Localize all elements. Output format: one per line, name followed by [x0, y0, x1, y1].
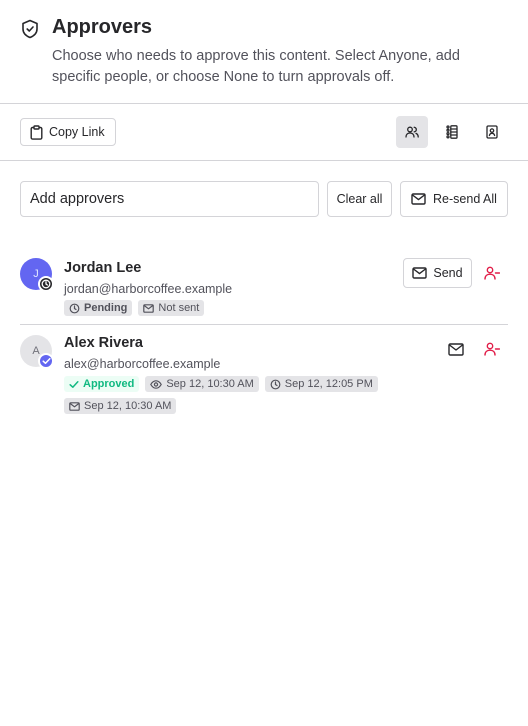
remove-user-icon [484, 342, 500, 356]
approver-email: alex@harborcoffee.example [64, 357, 221, 371]
remove-approver-button[interactable] [480, 261, 504, 285]
resend-all-label: Re-send All [433, 192, 497, 206]
approved-time-label: Sep 12, 12:05 PM [284, 378, 373, 390]
status-badge: Approved [64, 376, 140, 392]
pending-badge [38, 276, 54, 292]
sent-label: Sep 12, 10:30 AM [84, 400, 172, 412]
mail-icon [448, 342, 464, 356]
clear-all-label: Clear all [336, 192, 383, 206]
clear-all-button[interactable]: Clear all [327, 181, 392, 217]
status-label: Approved [83, 378, 135, 390]
approver-row: J Jordan Lee jordan@harborcoffee.example… [20, 252, 508, 325]
sent-badge: Sep 12, 10:30 AM [64, 398, 177, 414]
view-contact-card-button[interactable] [476, 116, 508, 148]
avatar-initial: J [33, 268, 39, 280]
send-label: Send [433, 266, 463, 280]
approvers-header: Approvers Choose who needs to approve th… [0, 0, 528, 104]
clock-icon [69, 303, 80, 313]
check-icon [41, 357, 51, 365]
copy-link-button[interactable]: Copy Link [20, 118, 116, 146]
eye-icon [150, 379, 163, 389]
status-label: Pending [84, 302, 128, 314]
clipboard-icon [30, 124, 43, 140]
list-icon [446, 125, 458, 139]
mail-icon [411, 193, 426, 205]
check-icon [69, 380, 79, 388]
sent-badge: Not sent [138, 300, 205, 316]
approver-email: jordan@harborcoffee.example [64, 282, 233, 296]
approver-status-chips: Pending Not sent [64, 300, 404, 316]
avatar-initial: A [32, 345, 40, 357]
approver-status-chips: Approved Sep 12, 10:30 AM Sep 12, 12:05 … [64, 376, 404, 414]
send-button[interactable]: Send [403, 258, 472, 288]
remove-approver-button[interactable] [480, 337, 504, 361]
mail-icon [143, 303, 155, 313]
sent-label: Not sent [158, 302, 200, 314]
approver-row: A Alex Rivera alex@harborcoffee.example … [20, 325, 508, 425]
mail-icon [69, 401, 80, 411]
viewed-badge: Sep 12, 10:30 AM [145, 376, 259, 392]
toolbar: Copy Link [0, 104, 528, 161]
clock-icon [41, 279, 51, 289]
view-list-button[interactable] [436, 116, 468, 148]
status-badge: Pending [64, 300, 133, 316]
mail-icon [412, 267, 428, 279]
resend-all-button[interactable]: Re-send All [400, 181, 508, 217]
approver-name: Alex Rivera [64, 335, 143, 351]
shield-check-icon [22, 19, 38, 39]
resend-email-button[interactable] [444, 337, 468, 361]
page-title: Approvers [52, 16, 153, 38]
approved-time-badge: Sep 12, 12:05 PM [264, 376, 378, 392]
approved-badge [38, 353, 54, 369]
clock-icon [270, 379, 281, 389]
people-icon [405, 126, 419, 138]
view-people-button[interactable] [396, 116, 428, 148]
viewed-label: Sep 12, 10:30 AM [166, 378, 254, 390]
remove-user-icon [484, 266, 500, 280]
add-approvers-input[interactable] [20, 181, 319, 217]
page-description: Choose who needs to approve this content… [52, 48, 460, 85]
approver-name: Jordan Lee [64, 260, 142, 276]
contact-card-icon [486, 125, 498, 139]
copy-link-label: Copy Link [49, 125, 105, 139]
